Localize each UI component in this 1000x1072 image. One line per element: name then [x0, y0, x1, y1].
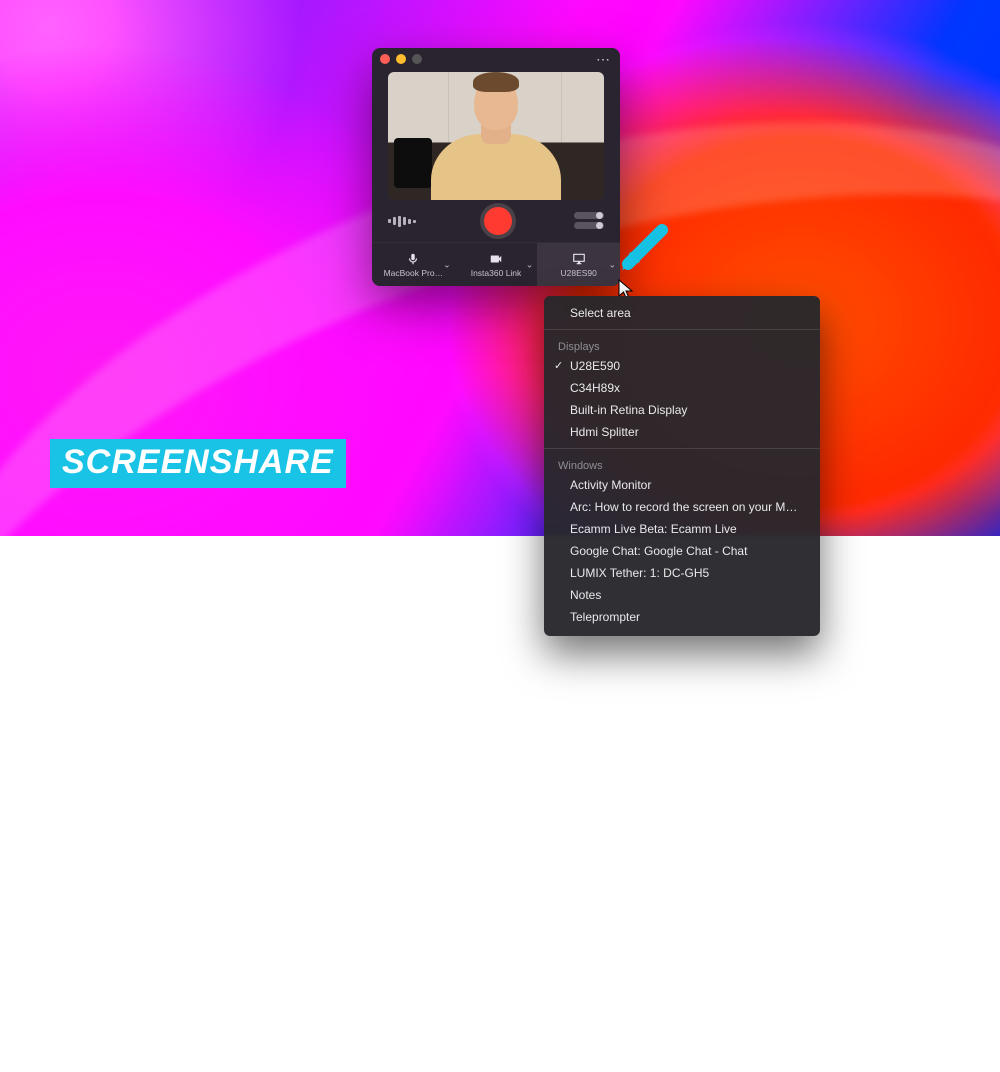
- display-source-tab[interactable]: U28ES90 ⌄: [537, 243, 620, 286]
- mic-source-tab[interactable]: MacBook Pro… ⌄: [372, 243, 455, 286]
- camera-icon: [488, 252, 504, 266]
- menu-item-display[interactable]: Built-in Retina Display: [544, 399, 820, 421]
- menu-item-window[interactable]: Google Chat: Google Chat - Chat: [544, 540, 820, 562]
- mic-source-label: MacBook Pro…: [384, 268, 444, 278]
- chevron-down-icon: ⌄: [443, 259, 451, 270]
- menu-section-displays: Displays: [544, 335, 820, 355]
- menu-item-window[interactable]: Activity Monitor: [544, 474, 820, 496]
- traffic-lights: [380, 54, 422, 64]
- display-icon: [571, 252, 587, 266]
- chevron-down-icon: ⌄: [608, 259, 616, 270]
- menu-item-window[interactable]: Arc: How to record the screen on your Ma…: [544, 496, 820, 518]
- close-window-button[interactable]: [380, 54, 390, 64]
- menu-item-window[interactable]: Teleprompter: [544, 606, 820, 628]
- microphone-icon: [406, 252, 420, 266]
- minimize-window-button[interactable]: [396, 54, 406, 64]
- camera-source-label: Insta360 Link: [471, 268, 522, 278]
- menu-separator: [544, 448, 820, 449]
- controls-row: [372, 200, 620, 242]
- menu-item-window[interactable]: Notes: [544, 584, 820, 606]
- camera-source-tab[interactable]: Insta360 Link ⌄: [455, 243, 538, 286]
- source-tabs: MacBook Pro… ⌄ Insta360 Link ⌄ U28ES90 ⌄: [372, 242, 620, 286]
- menu-separator: [544, 329, 820, 330]
- record-button[interactable]: [480, 203, 516, 239]
- more-options-button[interactable]: ⋯: [596, 51, 612, 68]
- camera-preview: [388, 72, 604, 200]
- menu-item-select-area[interactable]: Select area: [544, 302, 820, 324]
- zoom-window-button[interactable]: [412, 54, 422, 64]
- audio-level-meter: [388, 215, 422, 227]
- titlebar: ⋯: [372, 48, 620, 70]
- menu-item-window[interactable]: LUMIX Tether: 1: DC-GH5: [544, 562, 820, 584]
- settings-toggles[interactable]: [574, 212, 604, 230]
- menu-section-windows: Windows: [544, 454, 820, 474]
- menu-item-window[interactable]: Ecamm Live Beta: Ecamm Live: [544, 518, 820, 540]
- menu-item-display[interactable]: U28E590: [544, 355, 820, 377]
- overlay-label: SCREENSHARE: [50, 439, 346, 488]
- display-source-menu: Select area Displays U28E590 C34H89x Bui…: [544, 296, 820, 636]
- chevron-down-icon: ⌄: [526, 259, 534, 270]
- menu-item-display[interactable]: C34H89x: [544, 377, 820, 399]
- menu-item-display[interactable]: Hdmi Splitter: [544, 421, 820, 443]
- display-source-label: U28ES90: [560, 268, 596, 278]
- recorder-window: ⋯ MacBook Pro… ⌄ Insta360 Link ⌄ U28ES90: [372, 48, 620, 286]
- preview-chair: [394, 138, 432, 188]
